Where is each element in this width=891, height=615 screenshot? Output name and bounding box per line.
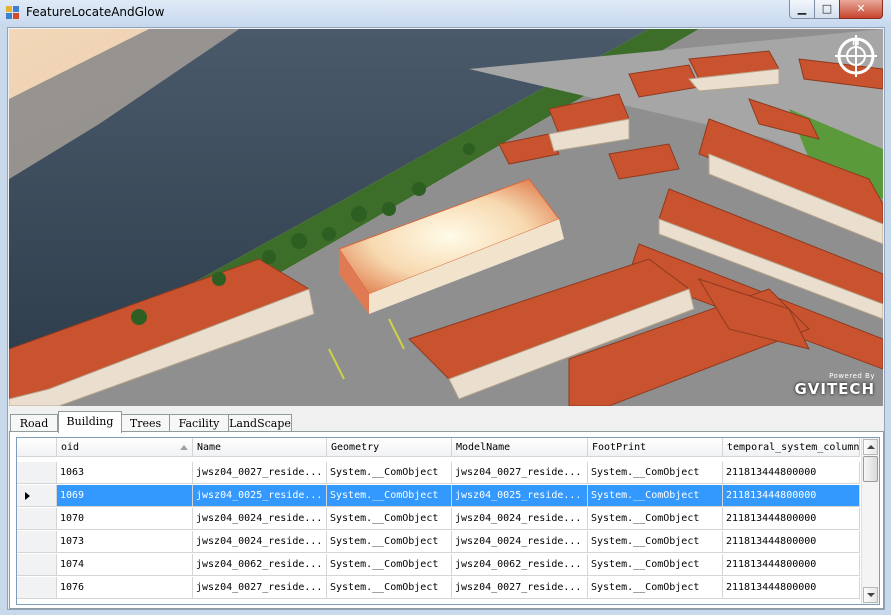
grid-header: oid Name Geometry ModelName FootPrint te… xyxy=(17,438,879,458)
cell-geometry[interactable]: System.__ComObject xyxy=(327,577,452,599)
cell-oid[interactable]: 1076 xyxy=(57,577,193,599)
cell-name[interactable]: jwsz04_0024_reside... xyxy=(193,508,327,530)
scroll-up-button[interactable] xyxy=(863,439,878,455)
row-header[interactable] xyxy=(17,508,57,530)
cell-name[interactable]: jwsz04_0025_reside... xyxy=(193,485,327,507)
cell-name[interactable]: jwsz04_0027_reside... xyxy=(193,462,327,484)
table-row[interactable]: 1076 jwsz04_0027_reside... System.__ComObj… xyxy=(17,577,860,600)
close-button[interactable]: ✕ xyxy=(839,0,883,19)
logo-caption: Powered By xyxy=(829,372,875,380)
cell-footprint[interactable]: System.__ComObject xyxy=(588,554,723,576)
row-header[interactable] xyxy=(17,485,57,507)
table-row[interactable]: 1063 jwsz04_0027_reside... System.__ComObj… xyxy=(17,462,860,485)
scroll-thumb[interactable] xyxy=(863,456,878,482)
column-header-footprint[interactable]: FootPrint xyxy=(588,438,723,457)
cell-name[interactable]: jwsz04_0024_reside... xyxy=(193,531,327,553)
cell-geometry[interactable]: System.__ComObject xyxy=(327,531,452,553)
compass-icon[interactable]: N xyxy=(835,35,877,77)
column-header-geometry[interactable]: Geometry xyxy=(327,438,452,457)
table-row[interactable]: 1074 jwsz04_0062_reside... System.__ComObj… xyxy=(17,554,860,577)
cell-temporal[interactable]: 211813444800000 xyxy=(723,508,860,530)
cell-footprint[interactable]: System.__ComObject xyxy=(588,531,723,553)
3d-viewport[interactable]: N Powered By GVITECH xyxy=(9,29,883,406)
maximize-button[interactable]: □ xyxy=(814,0,840,19)
cell-name[interactable]: jwsz04_0027_reside... xyxy=(193,577,327,599)
tab-panel-building: oid Name Geometry ModelName FootPrint te… xyxy=(9,431,884,609)
cell-modelname[interactable]: jwsz04_0024_reside... xyxy=(452,508,588,530)
cell-oid[interactable]: 1074 xyxy=(57,554,193,576)
main-form: N Powered By GVITECH Road Building Trees… xyxy=(7,27,885,610)
table-row[interactable]: 1070 jwsz04_0024_reside... System.__ComObj… xyxy=(17,508,860,531)
column-header-oid[interactable]: oid xyxy=(57,438,193,457)
scroll-down-button[interactable] xyxy=(863,587,878,603)
cell-oid[interactable]: 1063 xyxy=(57,462,193,484)
compass-north-label: N xyxy=(852,38,860,48)
column-header-name[interactable]: Name xyxy=(193,438,327,457)
vendor-logo: Powered By GVITECH xyxy=(794,372,875,398)
attribute-grid[interactable]: oid Name Geometry ModelName FootPrint te… xyxy=(16,437,880,605)
cell-name[interactable]: jwsz04_0062_reside... xyxy=(193,554,327,576)
sort-ascending-icon xyxy=(180,445,188,450)
cell-oid[interactable]: 1070 xyxy=(57,508,193,530)
tab-landscape[interactable]: LandScape xyxy=(228,414,292,432)
cell-modelname[interactable]: jwsz04_0024_reside... xyxy=(452,531,588,553)
row-header[interactable] xyxy=(17,531,57,553)
cell-geometry[interactable]: System.__ComObject xyxy=(327,462,452,484)
cell-temporal[interactable]: 211813444800000 xyxy=(723,462,860,484)
cell-footprint[interactable]: System.__ComObject xyxy=(588,462,723,484)
column-header-label: oid xyxy=(61,442,80,453)
column-header-modelname[interactable]: ModelName xyxy=(452,438,588,457)
cell-temporal[interactable]: 211813444800000 xyxy=(723,577,860,599)
arrow-down-icon xyxy=(867,593,875,597)
column-header-temporal-system-column[interactable]: temporal_system_column xyxy=(723,438,860,457)
row-header[interactable] xyxy=(17,577,57,599)
cell-geometry[interactable]: System.__ComObject xyxy=(327,554,452,576)
tab-trees[interactable]: Trees xyxy=(121,414,170,432)
tab-road[interactable]: Road xyxy=(10,414,58,432)
cell-geometry[interactable]: System.__ComObject xyxy=(327,508,452,530)
cell-footprint[interactable]: System.__ComObject xyxy=(588,577,723,599)
cell-temporal[interactable]: 211813444800000 xyxy=(723,554,860,576)
table-row[interactable]: 1069 jwsz04_0025_reside... System.__ComObj… xyxy=(17,485,860,508)
cell-modelname[interactable]: jwsz04_0027_reside... xyxy=(452,462,588,484)
minimize-button[interactable]: ▁ xyxy=(789,0,815,19)
table-row[interactable]: 1073 jwsz04_0024_reside... System.__ComObj… xyxy=(17,531,860,554)
tab-building[interactable]: Building xyxy=(58,411,122,433)
cell-oid[interactable]: 1073 xyxy=(57,531,193,553)
cell-modelname[interactable]: jwsz04_0025_reside... xyxy=(452,485,588,507)
cell-temporal[interactable]: 211813444800000 xyxy=(723,531,860,553)
cell-geometry[interactable]: System.__ComObject xyxy=(327,485,452,507)
window-title: FeatureLocateAndGlow xyxy=(26,5,165,19)
city-scene xyxy=(9,29,883,406)
vertical-scrollbar[interactable] xyxy=(861,438,879,604)
row-header-corner[interactable] xyxy=(17,438,57,457)
cell-modelname[interactable]: jwsz04_0062_reside... xyxy=(452,554,588,576)
title-bar[interactable]: FeatureLocateAndGlow ▁ □ ✕ xyxy=(0,0,891,26)
app-icon xyxy=(6,6,20,19)
tab-facility[interactable]: Facility xyxy=(169,414,229,432)
cell-footprint[interactable]: System.__ComObject xyxy=(588,508,723,530)
layer-tabs: Road Building Trees Facility LandScape xyxy=(9,411,883,433)
cell-footprint[interactable]: System.__ComObject xyxy=(588,485,723,507)
cell-temporal[interactable]: 211813444800000 xyxy=(723,485,860,507)
row-header[interactable] xyxy=(17,554,57,576)
logo-text: GVITECH xyxy=(794,380,875,398)
arrow-up-icon xyxy=(867,445,875,449)
cell-oid[interactable]: 1069 xyxy=(57,485,193,507)
cell-modelname[interactable]: jwsz04_0027_reside... xyxy=(452,577,588,599)
current-row-pointer-icon xyxy=(25,492,30,500)
row-header[interactable] xyxy=(17,462,57,484)
